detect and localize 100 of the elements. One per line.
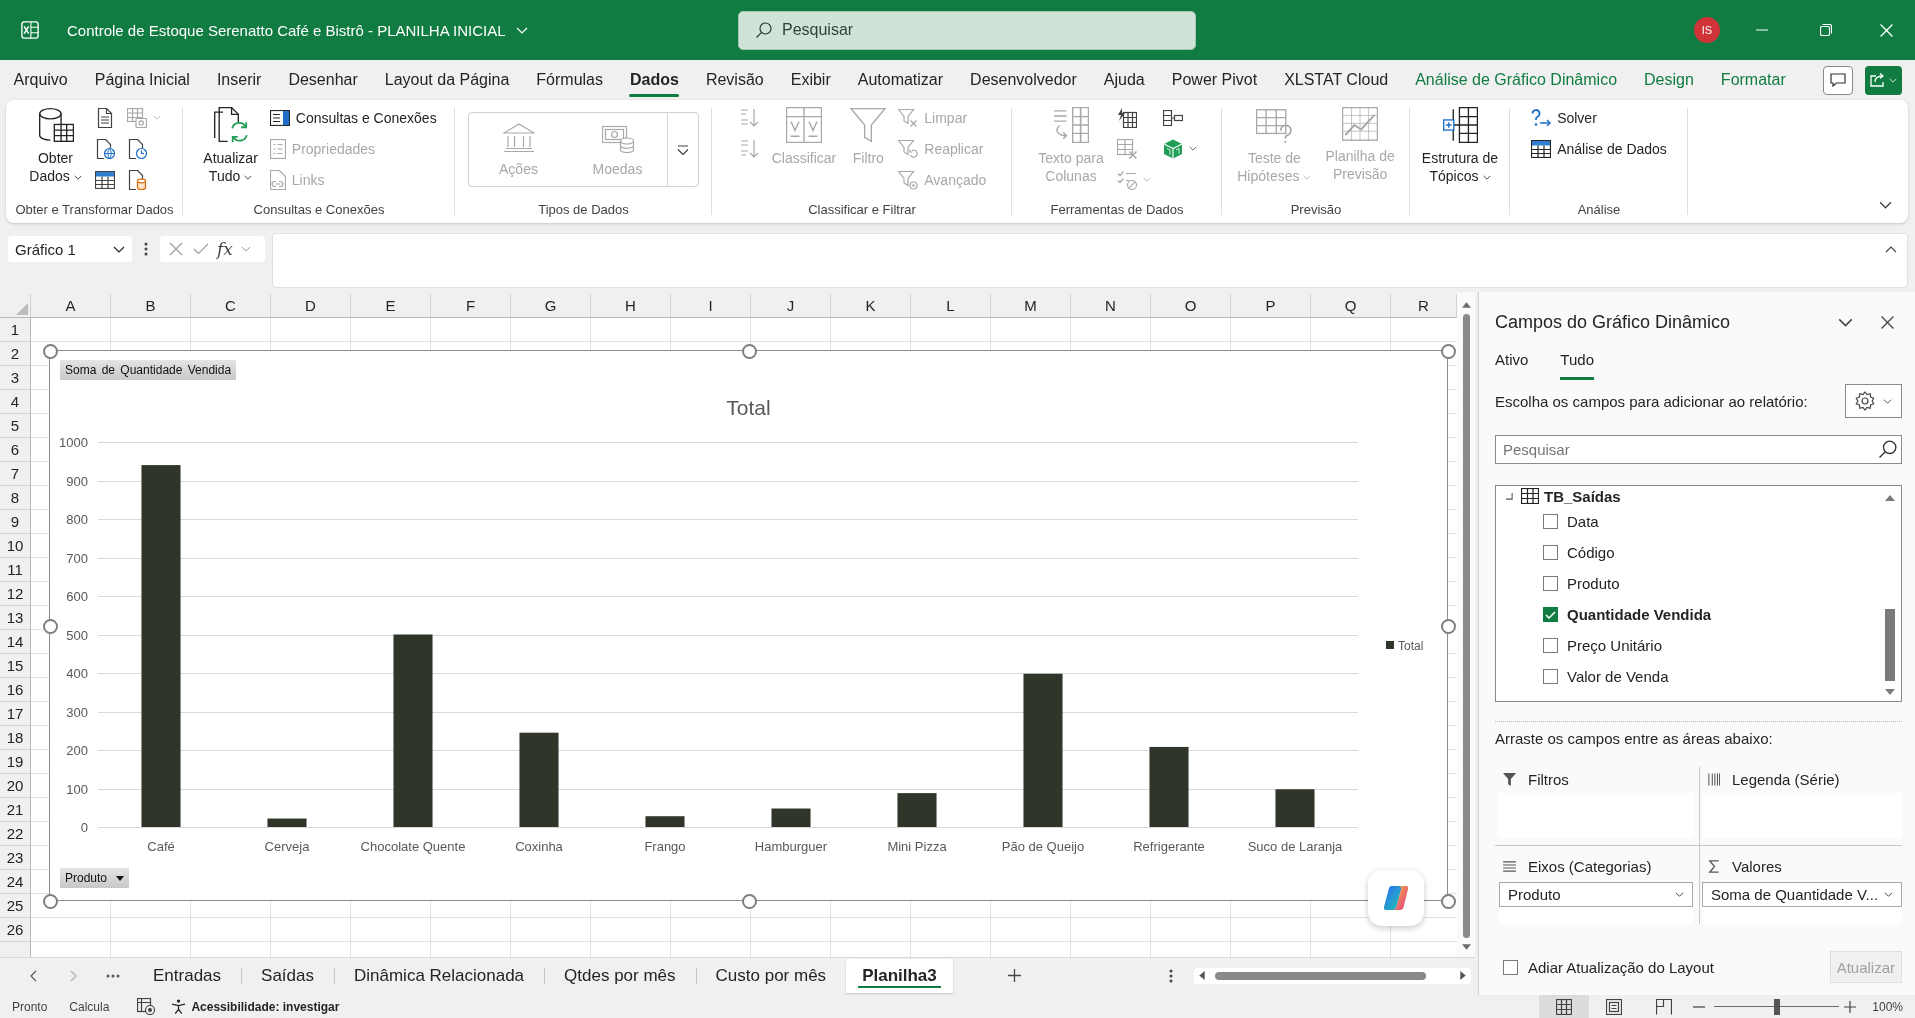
ribbon-tab[interactable]: Formatar xyxy=(1707,60,1800,100)
field-label[interactable]: Valor de Venda xyxy=(1567,668,1669,685)
share-button[interactable] xyxy=(1865,65,1902,95)
ribbon-tab[interactable]: Ajuda xyxy=(1090,60,1159,100)
ribbon-tab[interactable]: Página Inicial xyxy=(81,60,204,100)
row-header[interactable]: 18 xyxy=(0,726,30,750)
row-header[interactable]: 5 xyxy=(0,414,30,438)
pane-tab[interactable]: Tudo xyxy=(1560,344,1594,380)
row-header[interactable]: 3 xyxy=(0,366,30,390)
row-header[interactable]: 4 xyxy=(0,390,30,414)
view-button[interactable] xyxy=(1539,995,1590,1018)
record-macro-button[interactable] xyxy=(137,998,156,1015)
sheet-tab[interactable]: Qtdes por mês xyxy=(544,958,696,993)
row-header[interactable]: 14 xyxy=(0,630,30,654)
ribbon-button[interactable]: Análise de Dados xyxy=(1528,133,1670,164)
checkbox[interactable] xyxy=(1503,959,1518,975)
row-header[interactable]: 7 xyxy=(0,462,30,486)
scrollbar-thumb[interactable] xyxy=(1462,314,1470,938)
checkbox[interactable] xyxy=(1543,545,1558,560)
row-header[interactable]: 11 xyxy=(0,558,30,582)
collapse-ribbon-button[interactable] xyxy=(1877,199,1894,211)
chevron-down-icon xyxy=(1675,892,1684,897)
axis-label: 200 xyxy=(66,743,88,758)
row-header[interactable]: 25 xyxy=(0,894,30,918)
comments-button[interactable] xyxy=(1823,65,1853,95)
ribbon-tab[interactable]: Fórmulas xyxy=(522,60,617,100)
settings-button[interactable] xyxy=(1845,384,1902,418)
insert-function-button[interactable]: fx xyxy=(214,236,236,262)
row-header[interactable]: 10 xyxy=(0,534,30,558)
checkbox[interactable] xyxy=(1543,607,1558,622)
checkbox[interactable] xyxy=(1543,576,1558,591)
field-label[interactable]: Data xyxy=(1567,513,1599,530)
ribbon-tab[interactable]: Desenhar xyxy=(274,60,372,100)
sheet-tab[interactable]: Planilha3 xyxy=(846,958,953,993)
ribbon-button[interactable]: Consultas e Conexões xyxy=(266,102,440,133)
slider-thumb[interactable] xyxy=(1773,998,1780,1015)
ribbon-tab[interactable]: Design xyxy=(1630,60,1708,100)
search-field[interactable]: Pesquisar xyxy=(1495,435,1902,464)
field-dropdown[interactable]: Soma de Quantidade V... xyxy=(1702,882,1902,907)
row-header[interactable]: 2 xyxy=(0,342,30,366)
sheet-tab[interactable]: Dinâmica Relacionada xyxy=(334,958,545,993)
ribbon-tab[interactable]: XLSTAT Cloud xyxy=(1270,60,1402,100)
ribbon-tab[interactable]: Automatizar xyxy=(844,60,957,100)
row-header[interactable]: 17 xyxy=(0,702,30,726)
pane-tab[interactable]: Ativo xyxy=(1495,344,1529,380)
ribbon-tab[interactable]: Exibir xyxy=(777,60,845,100)
grid-view-icon xyxy=(1556,998,1573,1015)
ribbon-button[interactable]: Solver xyxy=(1528,102,1670,133)
sheet-tab[interactable]: Saídas xyxy=(241,958,334,993)
avatar[interactable]: IS xyxy=(1694,17,1720,43)
row-header[interactable]: 1 xyxy=(0,318,30,342)
row-header[interactable]: 22 xyxy=(0,822,30,846)
scrollbar-thumb[interactable] xyxy=(1215,971,1426,980)
ribbon-button[interactable]: Atualizar Tudo xyxy=(198,102,263,185)
row-header[interactable]: 12 xyxy=(0,582,30,606)
name-box[interactable]: Gráfico 1 xyxy=(8,236,132,262)
checkbox[interactable] xyxy=(1543,638,1558,653)
check-icon xyxy=(1545,610,1556,619)
search-field[interactable]: Pesquisar xyxy=(738,10,1196,50)
ribbon-tab[interactable]: Desenvolvedor xyxy=(956,60,1091,100)
filter-gear-icon xyxy=(898,169,919,190)
table-name: TB_Saídas xyxy=(1544,487,1621,505)
row-header[interactable]: 21 xyxy=(0,798,30,822)
ribbon-tab[interactable]: Layout da Página xyxy=(371,60,523,100)
ribbon-tab[interactable]: Inserir xyxy=(203,60,275,100)
checkbox[interactable] xyxy=(1543,514,1558,529)
row-header[interactable]: 15 xyxy=(0,654,30,678)
assistant-button[interactable] xyxy=(1368,870,1424,926)
ribbon-tab[interactable]: Dados xyxy=(616,60,693,100)
row-header[interactable]: 13 xyxy=(0,606,30,630)
field-button[interactable]: Produto xyxy=(60,868,130,888)
row-header[interactable]: 8 xyxy=(0,486,30,510)
row-header[interactable]: 24 xyxy=(0,870,30,894)
row-header[interactable]: 9 xyxy=(0,510,30,534)
corner-triangle-icon xyxy=(16,303,28,315)
group-label: Ferramentas de Dados xyxy=(1049,201,1185,219)
field-label[interactable]: Código xyxy=(1567,544,1615,561)
field-label[interactable]: Preço Unitário xyxy=(1567,637,1663,654)
row-header[interactable]: 23 xyxy=(0,846,30,870)
row-header[interactable]: 16 xyxy=(0,678,30,702)
ribbon-tab[interactable]: Revisão xyxy=(692,60,778,100)
formula-input[interactable] xyxy=(272,233,1908,288)
sheet-tab[interactable]: Entradas xyxy=(133,958,242,993)
ribbon-tab[interactable]: Power Pivot xyxy=(1158,60,1271,100)
ribbon-tab[interactable]: Análise de Gráfico Dinâmico xyxy=(1401,60,1631,100)
row-header[interactable]: 6 xyxy=(0,438,30,462)
row-header[interactable]: 19 xyxy=(0,750,30,774)
field-dropdown[interactable]: Produto xyxy=(1499,882,1693,907)
row-header[interactable]: 20 xyxy=(0,774,30,798)
field-label[interactable]: Quantidade Vendida xyxy=(1567,606,1712,623)
checkbox[interactable] xyxy=(1543,669,1558,684)
row-header[interactable]: 26 xyxy=(0,918,30,942)
accessibility-button[interactable]: Acessibilidade: investigar xyxy=(171,999,340,1014)
ribbon-button[interactable]: Estrutura de Tópicos xyxy=(1416,102,1504,185)
field-button[interactable]: Soma de Quantidade Vendida xyxy=(60,360,237,380)
field-label[interactable]: Produto xyxy=(1567,575,1620,592)
ribbon-button[interactable]: Obter Dados xyxy=(24,102,87,185)
scrollbar-thumb[interactable] xyxy=(1885,609,1895,681)
sheet-tab[interactable]: Custo por mês xyxy=(695,958,847,993)
ribbon-tab[interactable]: Arquivo xyxy=(0,60,82,100)
